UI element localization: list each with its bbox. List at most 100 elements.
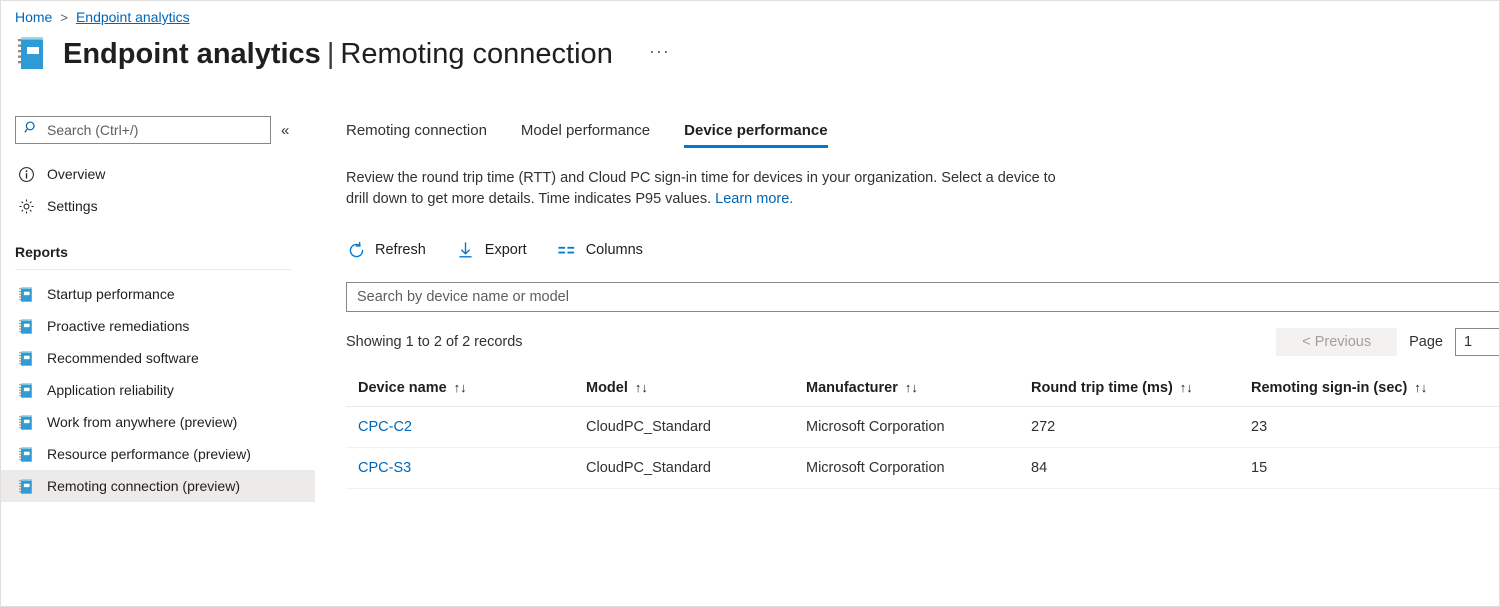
- sidebar-item-label: Recommended software: [47, 350, 199, 366]
- cell-round-trip-time: 272: [1031, 406, 1251, 448]
- sidebar-top-nav: Overview Settings: [1, 158, 315, 222]
- export-button[interactable]: Export: [456, 240, 527, 260]
- sidebar-item-label: Work from anywhere (preview): [47, 414, 238, 430]
- report-icon: [17, 381, 35, 399]
- sidebar-item-settings[interactable]: Settings: [1, 190, 315, 222]
- gear-icon: [17, 197, 35, 215]
- sidebar-search-row: «: [1, 106, 315, 144]
- report-icon: [17, 413, 35, 431]
- search-icon: [24, 120, 39, 140]
- column-header-model[interactable]: Model ↑↓: [586, 372, 806, 407]
- sort-icon[interactable]: ↑↓: [454, 380, 467, 395]
- device-table-wrapper: Device name ↑↓ Model ↑↓ Manufacturer ↑↓ Rou…: [346, 372, 1499, 489]
- table-header-row: Device name ↑↓ Model ↑↓ Manufacturer ↑↓ Rou…: [346, 372, 1499, 407]
- sidebar-item-label: Startup performance: [47, 286, 175, 302]
- cell-round-trip-time: 84: [1031, 447, 1251, 489]
- refresh-button[interactable]: Refresh: [346, 240, 426, 260]
- chevron-double-left-icon[interactable]: «: [281, 123, 289, 138]
- refresh-icon: [346, 240, 366, 260]
- device-name-link[interactable]: CPC-C2: [358, 419, 412, 435]
- records-row: Showing 1 to 2 of 2 records < Previous P…: [346, 328, 1499, 356]
- tab-device-performance[interactable]: Device performance: [684, 122, 828, 148]
- page-title: Endpoint analytics | Remoting connection: [63, 35, 613, 73]
- page-title-secondary: Remoting connection: [340, 38, 613, 70]
- sidebar-search-box[interactable]: [15, 116, 271, 144]
- sidebar: « Overview: [1, 106, 315, 606]
- sidebar-item-label: Application reliability: [47, 382, 174, 398]
- sidebar-item-application-reliability[interactable]: Application reliability: [1, 374, 315, 406]
- sidebar-item-label: Remoting connection (preview): [47, 478, 240, 494]
- endpoint-analytics-page: Home > Endpoint analytics Endpoint analy…: [0, 0, 1500, 607]
- sidebar-item-overview-label: Overview: [47, 166, 106, 182]
- sort-icon[interactable]: ↑↓: [635, 380, 648, 395]
- report-notebook-icon: [15, 36, 49, 72]
- cell-remoting-signin: 23: [1251, 406, 1499, 448]
- breadcrumb-separator-icon: >: [60, 9, 68, 25]
- more-options-button[interactable]: ···: [649, 35, 670, 62]
- page-title-primary: Endpoint analytics: [63, 38, 321, 70]
- cell-device-name: CPC-C2: [346, 406, 586, 448]
- report-icon: [17, 445, 35, 463]
- breadcrumb-home-link[interactable]: Home: [15, 9, 52, 25]
- device-search-input[interactable]: [346, 282, 1499, 312]
- columns-button[interactable]: Columns: [557, 240, 643, 260]
- device-name-link[interactable]: CPC-S3: [358, 460, 411, 476]
- tab-model-performance[interactable]: Model performance: [521, 122, 650, 148]
- sidebar-item-recommended-software[interactable]: Recommended software: [1, 342, 315, 374]
- report-icon: [17, 349, 35, 367]
- column-header-remoting-signin-label: Remoting sign-in (sec): [1251, 380, 1408, 396]
- cell-manufacturer: Microsoft Corporation: [806, 406, 1031, 448]
- sidebar-item-label: Proactive remediations: [47, 318, 190, 334]
- sidebar-section-reports: Reports: [15, 244, 68, 260]
- sidebar-reports-nav: Startup performance Proactive remediatio…: [1, 278, 315, 502]
- report-icon: [17, 477, 35, 495]
- page-number-input[interactable]: [1455, 328, 1499, 356]
- info-circle-icon: [17, 165, 35, 183]
- sort-icon[interactable]: ↑↓: [905, 380, 918, 395]
- command-toolbar: Refresh Export Columns: [346, 240, 1499, 260]
- page-description-text: Review the round trip time (RTT) and Clo…: [346, 170, 1056, 207]
- learn-more-link[interactable]: Learn more.: [715, 191, 793, 207]
- report-icon: [17, 317, 35, 335]
- device-performance-table: Device name ↑↓ Model ↑↓ Manufacturer ↑↓ Rou…: [346, 372, 1499, 489]
- sort-icon[interactable]: ↑↓: [1180, 380, 1193, 395]
- table-row[interactable]: CPC-C2 CloudPC_Standard Microsoft Corpor…: [346, 406, 1499, 448]
- sidebar-item-remoting-connection[interactable]: Remoting connection (preview): [1, 470, 315, 502]
- column-header-manufacturer[interactable]: Manufacturer ↑↓: [806, 372, 1031, 407]
- sidebar-item-work-from-anywhere[interactable]: Work from anywhere (preview): [1, 406, 315, 438]
- column-header-remoting-signin[interactable]: Remoting sign-in (sec) ↑↓: [1251, 372, 1499, 407]
- records-status: Showing 1 to 2 of 2 records: [346, 334, 523, 350]
- breadcrumb-endpoint-analytics-link[interactable]: Endpoint analytics: [76, 9, 190, 25]
- column-header-device-name[interactable]: Device name ↑↓: [346, 372, 586, 407]
- sidebar-item-label: Resource performance (preview): [47, 446, 251, 462]
- column-header-model-label: Model: [586, 380, 628, 396]
- breadcrumb: Home > Endpoint analytics: [15, 9, 190, 25]
- column-header-round-trip-time[interactable]: Round trip time (ms) ↑↓: [1031, 372, 1251, 407]
- column-header-manufacturer-label: Manufacturer: [806, 380, 898, 396]
- tab-remoting-connection[interactable]: Remoting connection: [346, 122, 487, 148]
- sidebar-item-overview[interactable]: Overview: [1, 158, 315, 190]
- search-input[interactable]: [45, 121, 245, 139]
- sidebar-item-settings-label: Settings: [47, 198, 98, 214]
- cell-device-name: CPC-S3: [346, 447, 586, 489]
- download-export-icon: [456, 240, 476, 260]
- sidebar-item-proactive-remediations[interactable]: Proactive remediations: [1, 310, 315, 342]
- page-title-row: Endpoint analytics | Remoting connection ·…: [15, 35, 670, 73]
- column-header-round-trip-time-label: Round trip time (ms): [1031, 380, 1173, 396]
- export-button-label: Export: [484, 242, 527, 258]
- pagination: < Previous Page: [1276, 328, 1499, 356]
- report-icon: [17, 285, 35, 303]
- cell-remoting-signin: 15: [1251, 447, 1499, 489]
- sidebar-item-startup-performance[interactable]: Startup performance: [1, 278, 315, 310]
- column-header-device-name-label: Device name: [358, 380, 447, 396]
- sidebar-divider: [15, 269, 291, 270]
- table-row[interactable]: CPC-S3 CloudPC_Standard Microsoft Corpor…: [346, 447, 1499, 489]
- sort-icon[interactable]: ↑↓: [1414, 380, 1427, 395]
- previous-page-button[interactable]: < Previous: [1276, 328, 1398, 356]
- cell-manufacturer: Microsoft Corporation: [806, 447, 1031, 489]
- refresh-button-label: Refresh: [375, 242, 426, 258]
- sidebar-item-resource-performance[interactable]: Resource performance (preview): [1, 438, 315, 470]
- page-description: Review the round trip time (RTT) and Clo…: [346, 168, 1058, 210]
- cell-model: CloudPC_Standard: [586, 447, 806, 489]
- main-content: Remoting connection Model performance De…: [346, 106, 1499, 606]
